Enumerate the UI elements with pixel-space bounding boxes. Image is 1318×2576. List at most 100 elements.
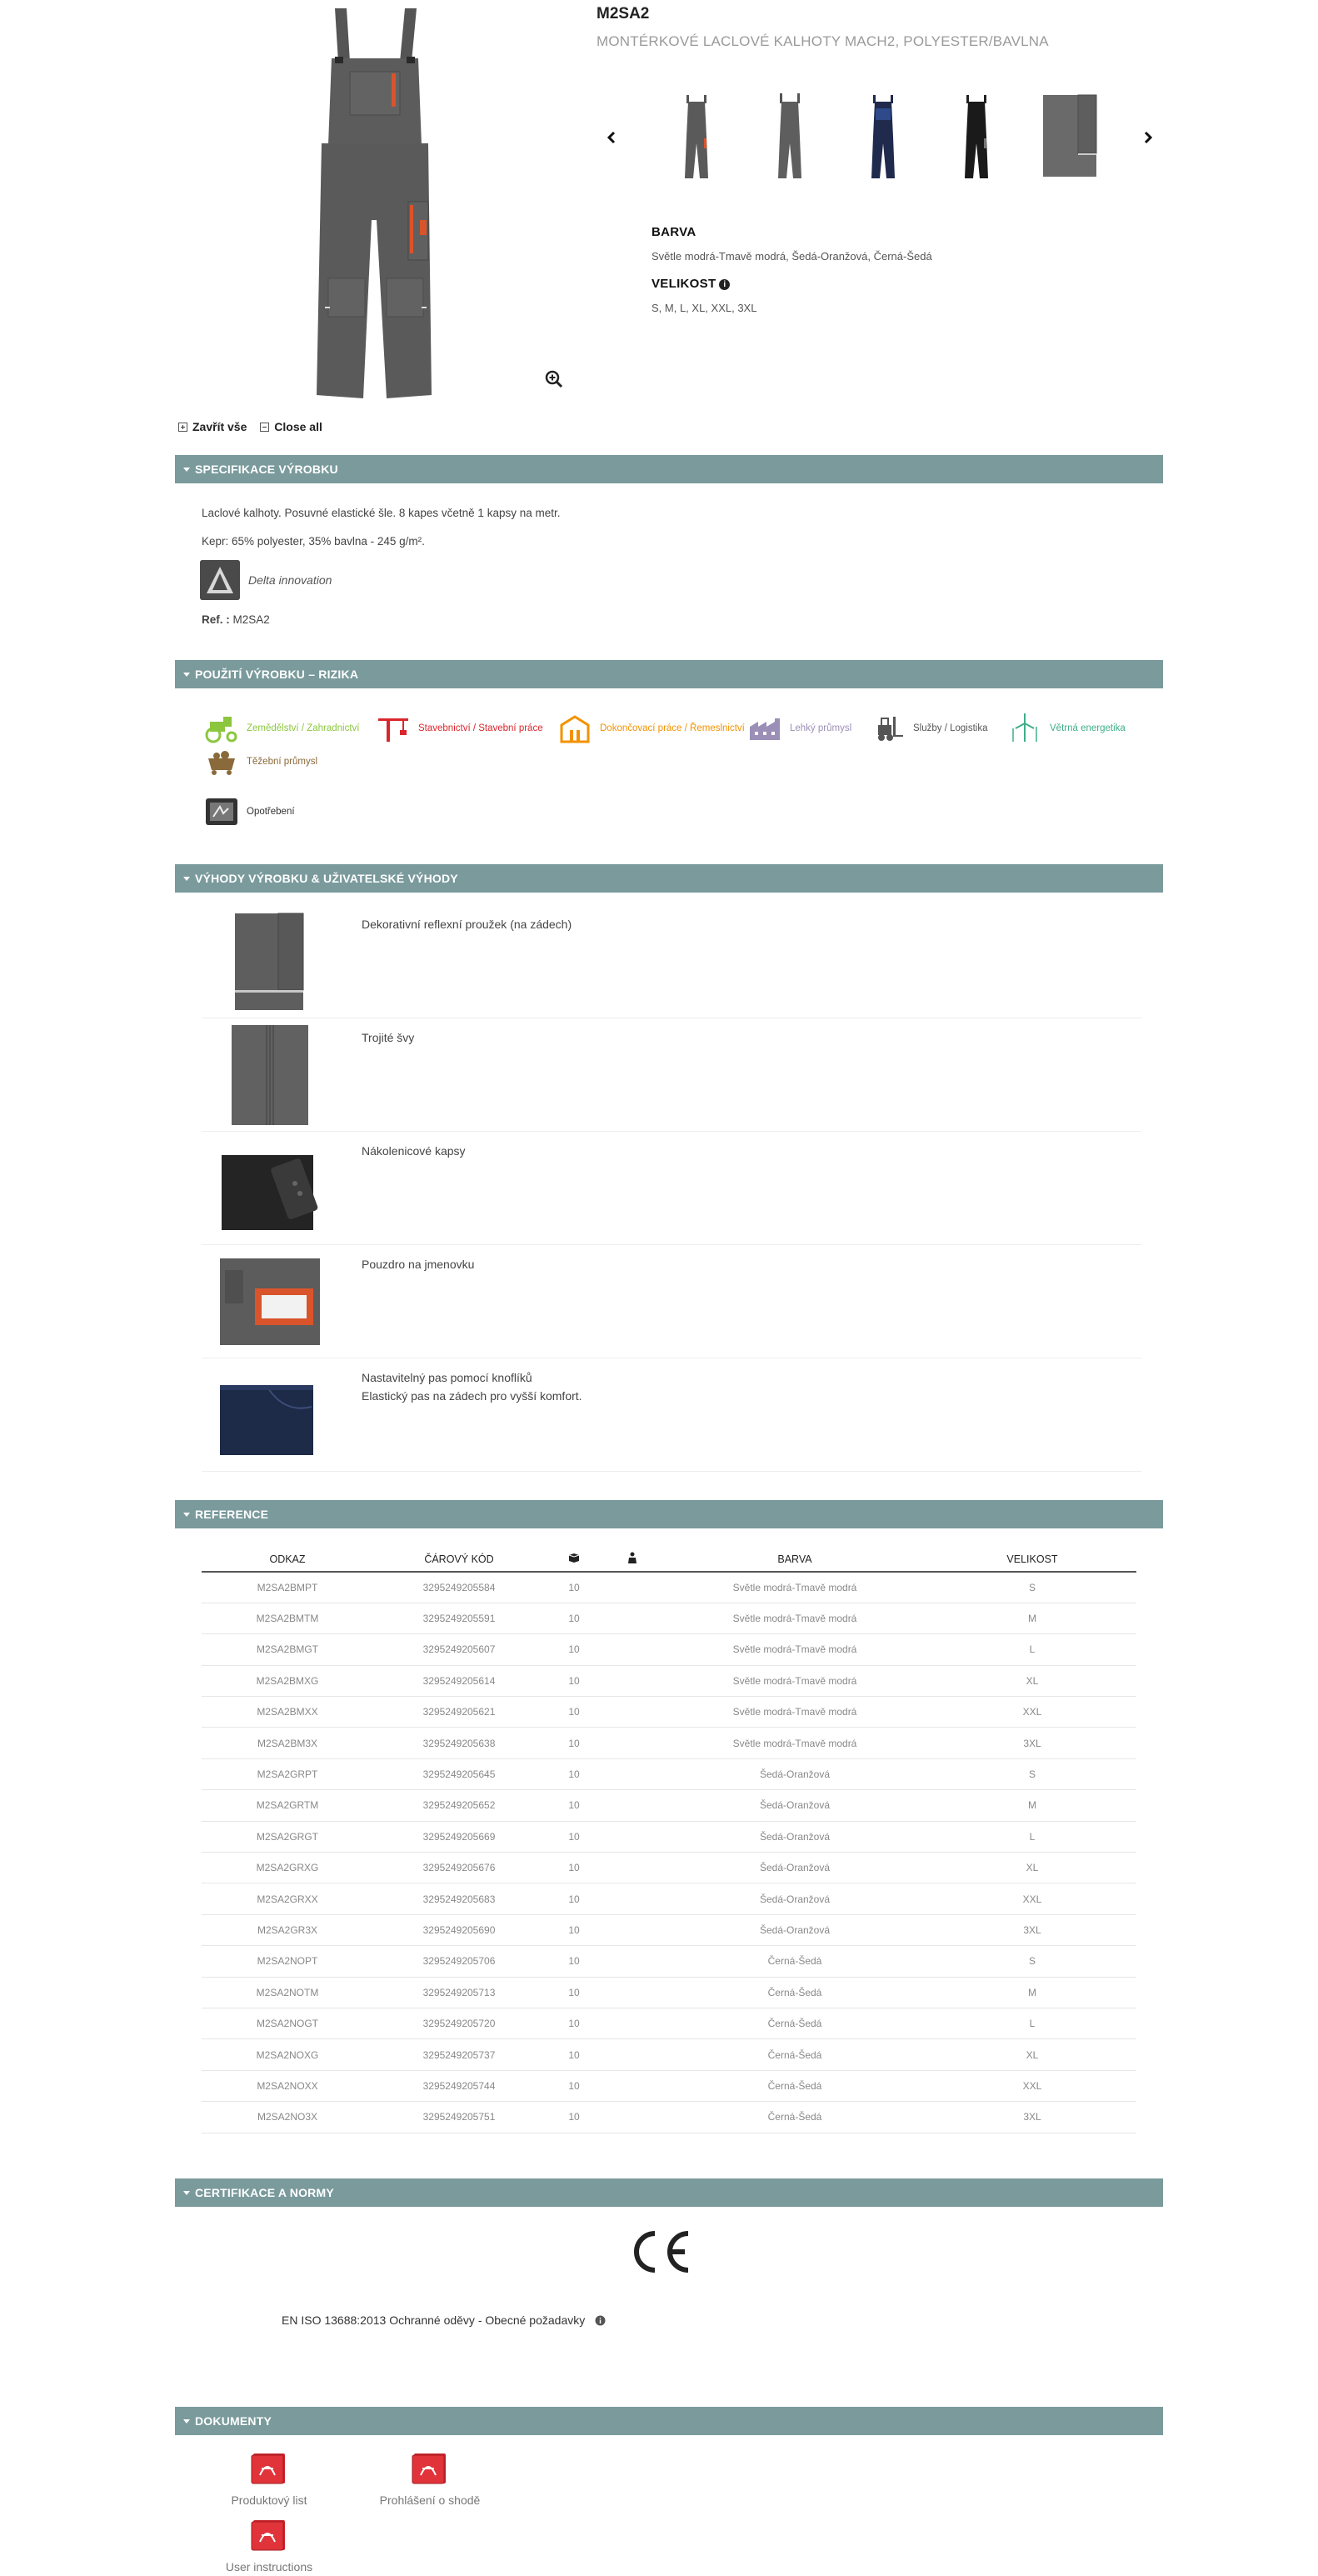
ref-line: Ref. : M2SA2 — [202, 613, 270, 626]
table-row: M2SA2BM3X 3295249205638 10 Světle modrá-Tma… — [202, 1727, 1136, 1759]
col-header-velikost[interactable]: VELIKOST — [928, 1547, 1136, 1573]
section-spec-header[interactable]: SPECIFIKACE VÝROBKU — [175, 455, 1163, 483]
usage-wear[interactable]: Opotřebení — [203, 795, 295, 828]
cell-kod: 3295249205607 — [373, 1633, 545, 1666]
cell-odkaz: M2SA2BM3X — [202, 1727, 373, 1759]
cell-kod: 3295249205591 — [373, 1603, 545, 1635]
usage-crafts[interactable]: Dokončovací práce / Řemeslnictví — [557, 712, 745, 745]
cell-odkaz: M2SA2BMGT — [202, 1633, 373, 1666]
cell-velikost: 3XL — [928, 1914, 1136, 1947]
box-icon — [568, 1553, 580, 1563]
cell-barva: Černá-Šedá — [661, 2070, 928, 2103]
cell-barva: Šedá-Oranžová — [661, 1883, 928, 1915]
cell-kod: 3295249205669 — [373, 1821, 545, 1853]
cell-kod: 3295249205683 — [373, 1883, 545, 1915]
close-all-button[interactable]: Close all — [260, 420, 322, 433]
crane-icon — [378, 718, 408, 742]
cell-person — [603, 2101, 661, 2133]
table-row: M2SA2BMGT 3295249205607 10 Světle modrá-Tma… — [202, 1633, 1136, 1666]
benefit-text: Pouzdro na jmenovku — [362, 1255, 474, 1273]
cell-person — [603, 1789, 661, 1822]
product-subtitle: MONTÉRKOVÉ LACLOVÉ KALHOTY MACH2, POLYES… — [597, 33, 1049, 49]
col-header-box[interactable] — [545, 1547, 603, 1573]
document-label: Produktový list — [231, 2493, 307, 2507]
section-cert-header[interactable]: CERTIFIKACE A NORMY — [175, 2178, 1163, 2207]
section-benefits-header[interactable]: VÝHODY VÝROBKU & UŽIVATELSKÉ VÝHODY — [175, 864, 1163, 893]
size-heading: VELIKOST — [652, 277, 716, 291]
chevron-left-icon[interactable] — [602, 125, 622, 150]
factory-icon — [750, 718, 780, 740]
cell-kod: 3295249205645 — [373, 1758, 545, 1791]
cell-person — [603, 1977, 661, 2008]
cell-velikost: XXL — [928, 1883, 1136, 1915]
cell-barva: Světle modrá-Tmavě modrá — [661, 1572, 928, 1603]
table-header-row: ODKAZ ČÁROVÝ KÓD BARVA VELIKOST — [202, 1547, 1136, 1573]
chevron-right-icon[interactable] — [1138, 125, 1158, 150]
cell-qty: 10 — [545, 1572, 603, 1603]
caret-down-icon — [183, 2191, 190, 2195]
cell-odkaz: M2SA2BMXX — [202, 1696, 373, 1728]
table-row: M2SA2GRXX 3295249205683 10 Šedá-Oranžová XXL — [202, 1883, 1136, 1915]
cell-odkaz: M2SA2BMXG — [202, 1665, 373, 1698]
cell-qty: 10 — [545, 1727, 603, 1759]
cell-qty: 10 — [545, 1883, 603, 1915]
document-product-sheet[interactable]: Produktový list — [207, 2452, 332, 2507]
col-header-odkaz[interactable]: ODKAZ — [202, 1547, 373, 1573]
cell-velikost: XXL — [928, 1696, 1136, 1728]
thumbnail-detail[interactable] — [1040, 92, 1100, 183]
cell-odkaz: M2SA2GRPT — [202, 1758, 373, 1791]
document-user-instructions[interactable]: User instructions — [207, 2518, 332, 2573]
section-documents-header[interactable]: DOKUMENTY — [175, 2407, 1163, 2435]
col-header-kod[interactable]: ČÁROVÝ KÓD — [373, 1547, 545, 1573]
thumbnail-grey-back[interactable] — [760, 92, 820, 183]
info-icon[interactable]: i — [719, 279, 731, 290]
usage-label: Opotřebení — [247, 807, 295, 817]
document-label: User instructions — [225, 2560, 313, 2573]
info-icon[interactable] — [595, 2315, 606, 2326]
cell-kod: 3295249205737 — [373, 2038, 545, 2071]
pdf-icon — [251, 2520, 285, 2551]
forklift-icon — [878, 717, 903, 741]
table-row: M2SA2GRXG 3295249205676 10 Šedá-Oranžová XL — [202, 1852, 1136, 1884]
usage-agriculture[interactable]: Zemědělství / Zahradnictví — [203, 712, 360, 745]
col-header-person[interactable] — [603, 1547, 661, 1573]
col-header-barva[interactable]: BARVA — [661, 1547, 928, 1573]
table-row: M2SA2GR3X 3295249205690 10 Šedá-Oranžová 3XL — [202, 1914, 1136, 1947]
benefit-line: Nastavitelný pas pomocí knoflíků — [362, 1371, 532, 1384]
usage-construction[interactable]: Stavebnictví / Stavební práce — [375, 712, 543, 745]
table-row: M2SA2GRGT 3295249205669 10 Šedá-Oranžová L — [202, 1821, 1136, 1853]
benefit-image-badge-holder — [220, 1258, 320, 1345]
benefit-item: Dekorativní reflexní proužek (na zádech) — [202, 905, 1141, 1018]
cell-person — [603, 1572, 661, 1603]
section-usage-header[interactable]: POUŽITÍ VÝROBKU – RIZIKA — [175, 660, 1163, 688]
cell-qty: 10 — [545, 1945, 603, 1978]
usage-wind-energy[interactable]: Větrná energetika — [1006, 712, 1126, 745]
product-main-image[interactable] — [283, 3, 467, 403]
cell-person — [603, 1945, 661, 1978]
table-row: M2SA2NOPT 3295249205706 10 Černá-Šedá S — [202, 1945, 1136, 1978]
thumbnail-grey-orange[interactable] — [666, 92, 726, 183]
usage-mining[interactable]: Těžební průmysl — [203, 745, 317, 778]
ref-label: Ref. : — [202, 613, 230, 626]
size-value: S, M, L, XL, XXL, 3XL — [652, 302, 757, 314]
document-declaration[interactable]: Prohlášení o shodě — [367, 2452, 492, 2507]
cell-qty: 10 — [545, 2101, 603, 2133]
cell-odkaz: M2SA2GRTM — [202, 1789, 373, 1822]
caret-down-icon — [183, 673, 190, 677]
cell-kod: 3295249205751 — [373, 2101, 545, 2133]
cell-barva: Světle modrá-Tmavě modrá — [661, 1603, 928, 1635]
expand-all-button[interactable]: Zavřít vše — [178, 420, 247, 433]
cell-barva: Černá-Šedá — [661, 1977, 928, 2008]
zoom-in-icon[interactable] — [545, 370, 563, 388]
section-spec-title: SPECIFIKACE VÝROBKU — [195, 463, 338, 476]
section-reference-header[interactable]: REFERENCE — [175, 1500, 1163, 1528]
cell-barva: Černá-Šedá — [661, 2101, 928, 2133]
thumbnail-navy[interactable] — [853, 92, 913, 183]
thumbnail-black[interactable] — [946, 92, 1006, 183]
spec-material: Kepr: 65% polyester, 35% bavlna - 245 g/… — [202, 535, 425, 548]
caret-down-icon — [183, 468, 190, 472]
usage-logistics[interactable]: Služby / Logistika — [870, 712, 988, 745]
cell-velikost: XL — [928, 1852, 1136, 1884]
usage-light-industry[interactable]: Lehký průmysl — [746, 712, 851, 745]
cell-velikost: XL — [928, 1665, 1136, 1698]
